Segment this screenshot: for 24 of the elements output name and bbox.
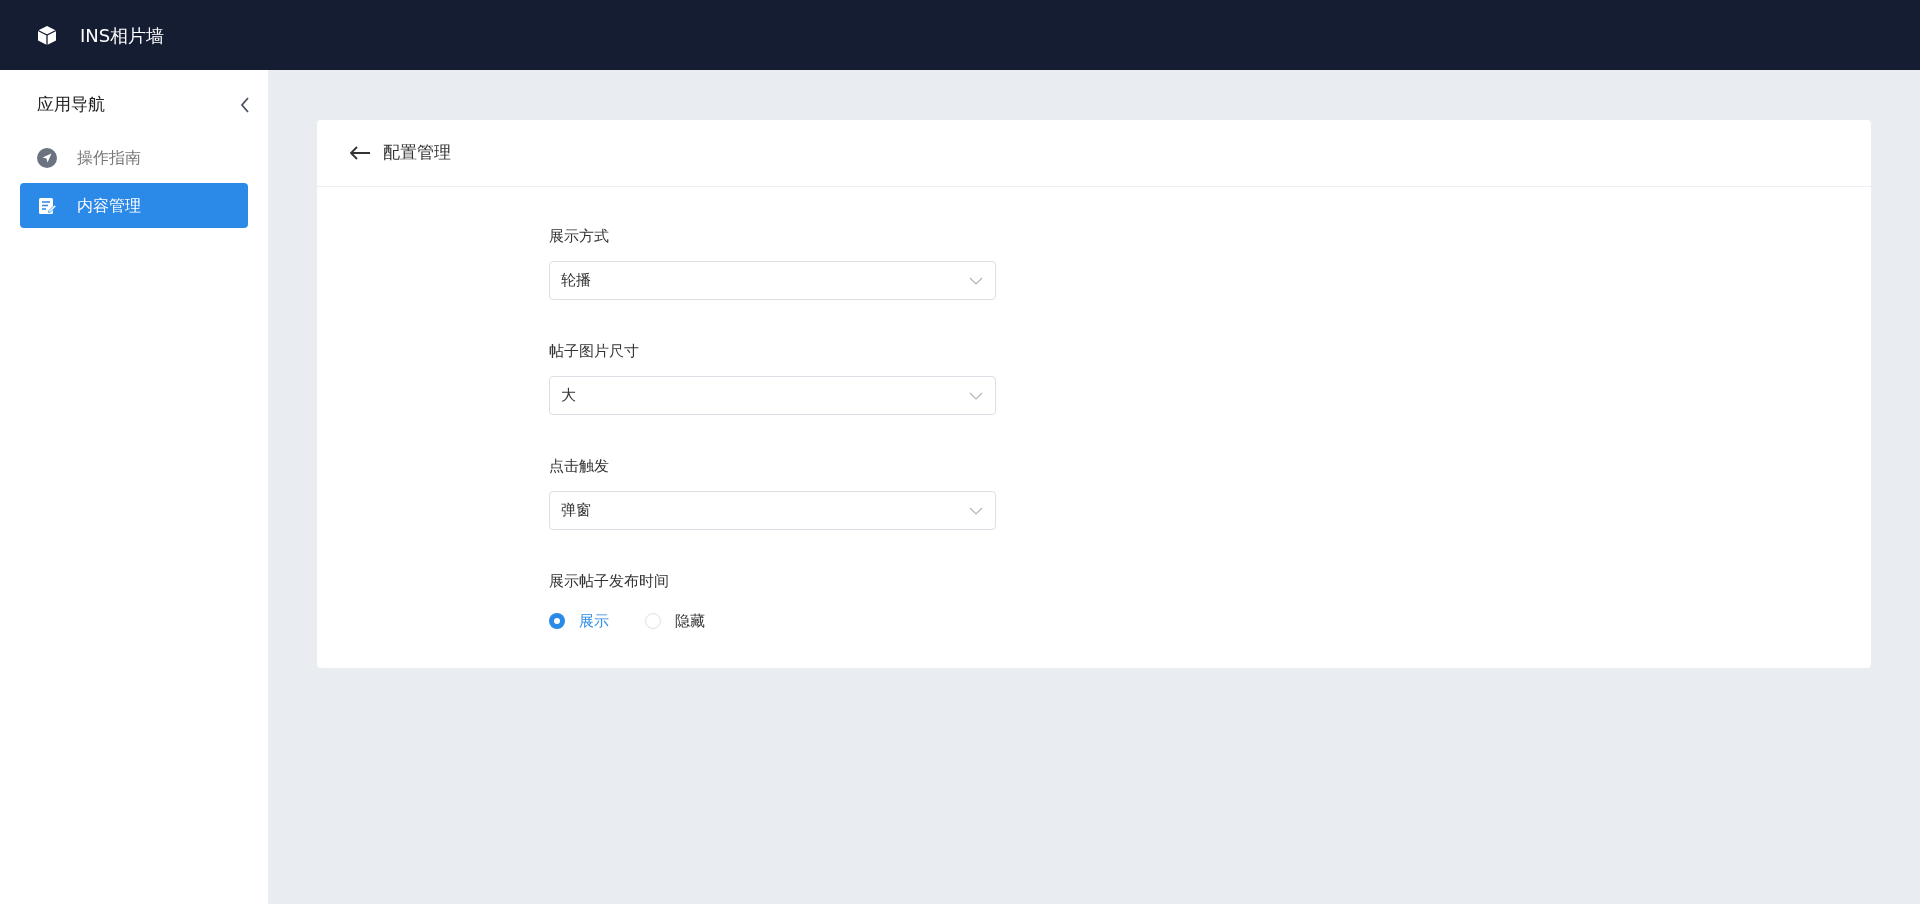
chevron-down-icon [969,276,983,285]
edit-document-icon [37,195,57,216]
chevron-down-icon [969,391,983,400]
app-title: INS相片墙 [80,23,165,48]
sidebar-item[interactable]: 操作指南 [20,135,248,180]
collapse-chevron-icon[interactable] [240,97,250,113]
panel-title: 配置管理 [383,141,451,165]
cube-icon [37,24,57,46]
select-field[interactable]: 大 [549,376,996,415]
radio-button[interactable] [549,613,565,629]
select-field[interactable]: 轮播 [549,261,996,300]
sidebar-title: 应用导航 [37,93,105,117]
sidebar-item[interactable]: 内容管理 [20,183,248,228]
field-label: 展示帖子发布时间 [549,571,670,592]
radio-option[interactable]: 隐藏 [645,609,705,633]
field-label: 点击触发 [549,456,610,477]
radio-button[interactable] [645,613,661,629]
radio-option[interactable]: 展示 [549,609,609,633]
back-arrow-icon[interactable] [349,146,371,160]
field-label: 帖子图片尺寸 [549,341,640,362]
field-label: 展示方式 [549,226,610,247]
navigation-icon [37,147,57,168]
chevron-down-icon [969,506,983,515]
select-field[interactable]: 弹窗 [549,491,996,530]
